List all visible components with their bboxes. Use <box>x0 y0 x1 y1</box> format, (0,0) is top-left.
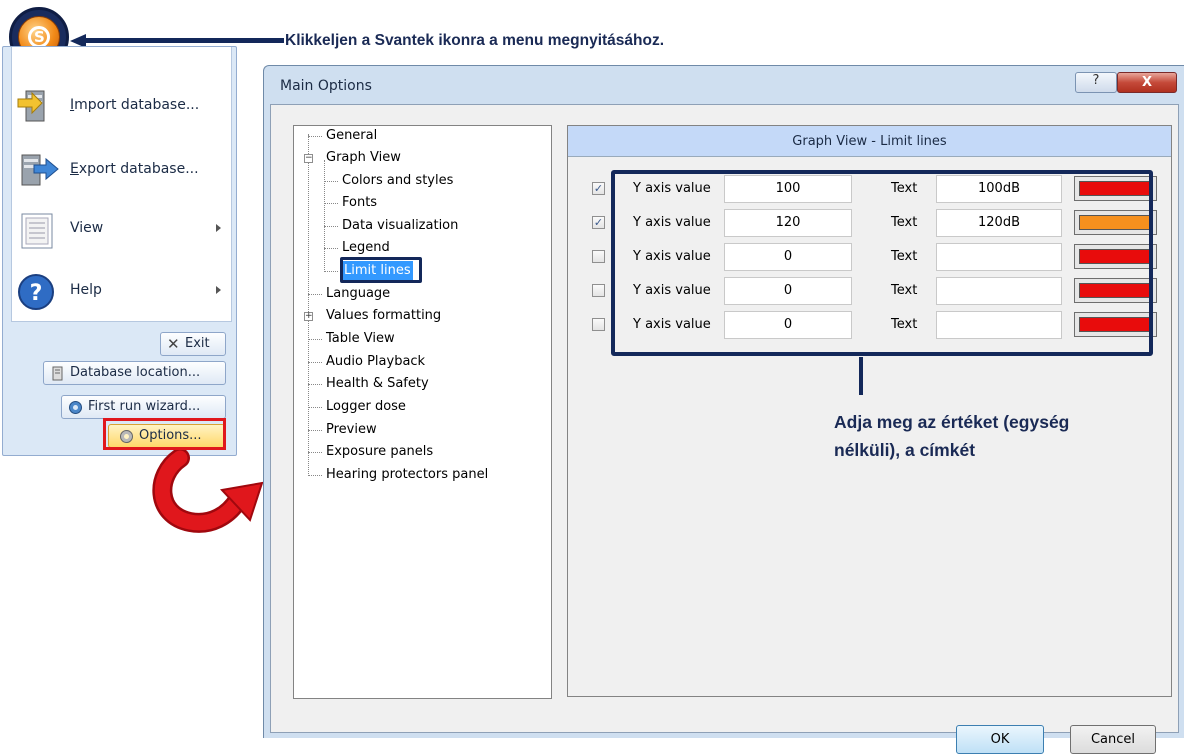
ok-button[interactable]: OK <box>956 725 1044 754</box>
expand-icon[interactable]: + <box>304 312 313 321</box>
tree-node-fonts[interactable]: Fonts <box>342 193 377 212</box>
menu-item-view[interactable]: View <box>12 200 233 260</box>
database-location-button[interactable]: Database location... <box>43 361 226 385</box>
first-run-wizard-button[interactable]: First run wizard... <box>61 395 226 419</box>
database-icon <box>52 366 63 381</box>
top-callout-text: Klikkeljen a Svantek ikonra a menu megny… <box>285 32 665 49</box>
submenu-arrow-icon <box>216 224 221 232</box>
limit-enable-checkbox[interactable] <box>592 250 605 263</box>
collapse-icon[interactable]: − <box>304 154 313 163</box>
tree-node-values-formatting[interactable]: Values formatting <box>326 306 441 325</box>
tree-node-general[interactable]: General <box>326 126 377 145</box>
menu-item-export-database[interactable]: Export database... <box>12 141 233 201</box>
tree-node-audio-playback[interactable]: Audio Playback <box>326 352 425 371</box>
tree-node-preview[interactable]: Preview <box>326 420 377 439</box>
tree-node-logger-dose[interactable]: Logger dose <box>326 397 406 416</box>
app-menu-list: Import database... Export database... Vi… <box>11 47 232 322</box>
tree-node-table-view[interactable]: Table View <box>326 329 395 348</box>
limit-lines-highlight-box <box>340 257 422 283</box>
annotation-note: Adja meg az értéket (egység nélküli), a … <box>834 412 1070 460</box>
export-database-icon <box>21 154 59 186</box>
wizard-gear-icon <box>69 401 82 414</box>
close-x-icon: ✕ <box>167 335 180 353</box>
annotation-connector-line <box>859 357 863 395</box>
panel-header: Graph View - Limit lines <box>568 126 1171 157</box>
curved-red-arrow-icon <box>152 450 264 533</box>
limit-rows-highlight-box <box>611 170 1153 356</box>
close-button[interactable]: X <box>1117 72 1177 93</box>
svg-text:?: ? <box>30 281 43 306</box>
menu-item-help[interactable]: ? Help <box>12 262 233 322</box>
view-document-icon <box>21 213 53 249</box>
limit-enable-checkbox[interactable] <box>592 284 605 297</box>
tree-node-language[interactable]: Language <box>326 284 390 303</box>
tree-node-health-safety[interactable]: Health & Safety <box>326 374 429 393</box>
tree-node-graph-view[interactable]: Graph View <box>326 148 401 167</box>
main-options-dialog: Main Options ? X General − Graph View Co… <box>263 65 1184 754</box>
submenu-arrow-icon <box>216 286 221 294</box>
help-button[interactable]: ? <box>1075 72 1117 93</box>
limit-enable-checkbox[interactable]: ✓ <box>592 182 605 195</box>
tree-node-hearing-protectors-panel[interactable]: Hearing protectors panel <box>326 465 488 484</box>
tree-node-exposure-panels[interactable]: Exposure panels <box>326 442 433 461</box>
app-menu: Import database... Export database... Vi… <box>2 46 237 456</box>
exit-button[interactable]: ✕ Exit <box>160 332 226 356</box>
help-icon: ? <box>18 274 54 310</box>
tree-node-data-visualization[interactable]: Data visualization <box>342 216 458 235</box>
tree-node-colors-and-styles[interactable]: Colors and styles <box>342 171 453 190</box>
tree-node-legend[interactable]: Legend <box>342 238 390 257</box>
limit-enable-checkbox[interactable] <box>592 318 605 331</box>
import-database-icon <box>17 90 45 122</box>
limit-enable-checkbox[interactable]: ✓ <box>592 216 605 229</box>
cancel-button[interactable]: Cancel <box>1070 725 1156 754</box>
options-highlight-box <box>103 418 226 450</box>
menu-item-import-database[interactable]: Import database... <box>12 77 233 137</box>
dialog-title: Main Options <box>280 78 372 94</box>
options-tree: General − Graph View Colors and styles F… <box>293 125 552 699</box>
